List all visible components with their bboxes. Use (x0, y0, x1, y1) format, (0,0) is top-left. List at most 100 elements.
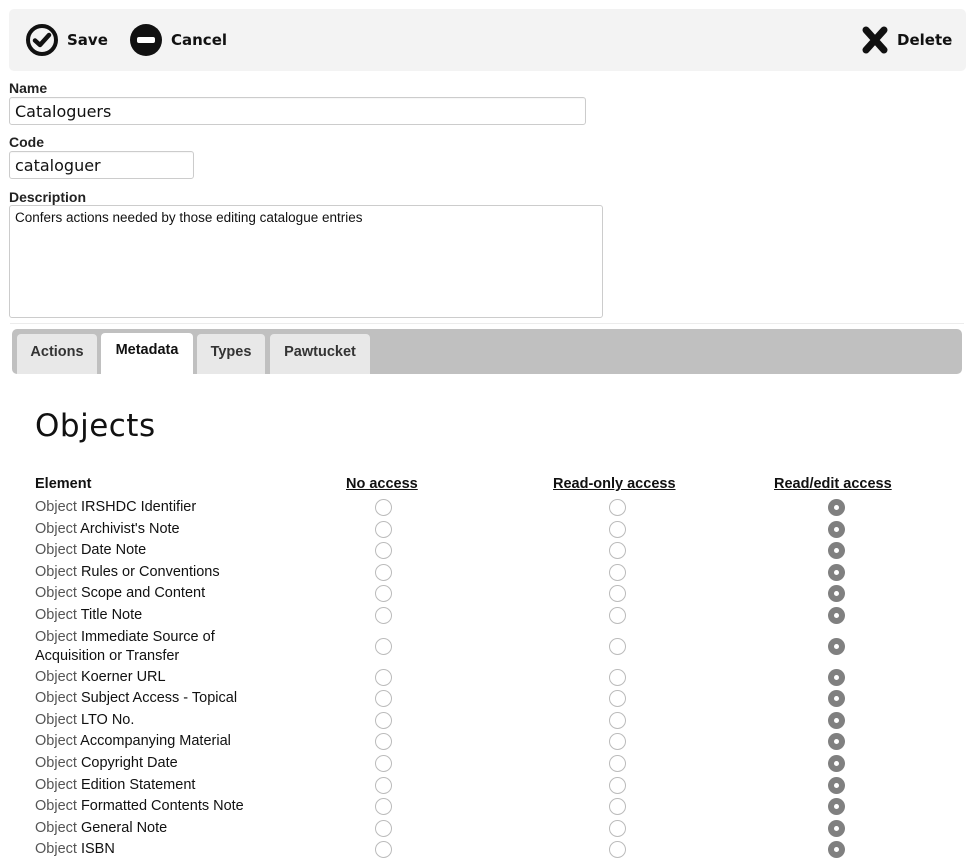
delete-button[interactable]: Delete (861, 23, 952, 57)
radio-read-only[interactable] (609, 711, 626, 729)
row-element-name: Rules or Conventions (76, 563, 220, 580)
radio-read-edit[interactable] (828, 798, 845, 816)
row-element-name: Koerner URL (76, 668, 166, 685)
radio-read-only[interactable] (609, 755, 626, 772)
row-prefix: Object (35, 841, 77, 858)
radio-no-access[interactable] (375, 607, 392, 624)
save-button[interactable]: Save (25, 23, 108, 57)
form-toolbar: Save Cancel Delete (9, 9, 966, 71)
radio-read-edit[interactable] (828, 668, 845, 686)
radio-read-edit[interactable] (828, 841, 845, 859)
radio-read-only[interactable] (609, 499, 626, 516)
table-row-label: Object Koerner URL (35, 668, 265, 687)
radio-read-only[interactable] (609, 841, 626, 859)
name-input[interactable] (9, 97, 586, 125)
row-prefix: Object (35, 607, 77, 623)
radio-read-edit[interactable] (828, 607, 845, 624)
description-label: Description (9, 189, 87, 205)
table-row-label: Object IRSHDC Identifier (35, 498, 265, 517)
radio-no-access[interactable] (375, 585, 392, 603)
radio-no-access[interactable] (375, 841, 392, 859)
radio-read-only[interactable] (609, 819, 626, 837)
tab-bar-container: Actions Metadata Types Pawtucket (10, 323, 964, 378)
save-label: Save (67, 31, 108, 49)
row-prefix: Object (35, 628, 77, 645)
table-row-label: Object LTO No. (35, 711, 265, 730)
radio-read-only[interactable] (609, 520, 626, 538)
cancel-label: Cancel (171, 31, 228, 49)
row-element-name: LTO No. (76, 711, 135, 728)
row-element-name: Scope and Content (76, 585, 206, 602)
tab-bar: Actions Metadata Types Pawtucket (12, 329, 962, 374)
row-element-name: Formatted Contents Note (76, 798, 244, 815)
radio-read-only[interactable] (609, 733, 626, 751)
row-element-name: General Note (76, 819, 168, 836)
tab-actions[interactable]: Actions (17, 334, 97, 374)
row-prefix: Object (35, 668, 77, 685)
tab-types[interactable]: Types (197, 334, 265, 374)
radio-no-access[interactable] (375, 563, 392, 581)
radio-no-access[interactable] (375, 668, 392, 686)
row-prefix: Object (35, 542, 77, 559)
radio-no-access[interactable] (375, 638, 392, 656)
radio-read-only[interactable] (609, 542, 626, 560)
row-element-name: Title Note (76, 607, 143, 623)
radio-no-access[interactable] (375, 520, 392, 538)
radio-read-edit[interactable] (828, 499, 845, 516)
radio-no-access[interactable] (375, 733, 392, 751)
row-element-name: Date Note (76, 542, 147, 559)
radio-read-edit[interactable] (828, 542, 845, 560)
radio-read-edit[interactable] (828, 563, 845, 581)
radio-no-access[interactable] (375, 499, 392, 516)
description-textarea[interactable]: Confers actions needed by those editing … (9, 205, 603, 318)
radio-read-only[interactable] (609, 798, 626, 816)
table-row-label: Object Scope and Content (35, 584, 265, 603)
radio-read-edit[interactable] (828, 711, 845, 729)
row-prefix: Object (35, 711, 77, 728)
table-row-label: Object Date Note (35, 541, 265, 560)
radio-read-edit[interactable] (828, 585, 845, 603)
radio-read-only[interactable] (609, 668, 626, 686)
radio-read-edit[interactable] (828, 776, 845, 794)
radio-read-edit[interactable] (828, 690, 845, 708)
table-row-label: Object Edition Statement (35, 776, 265, 795)
radio-read-edit[interactable] (828, 755, 845, 772)
table-row-label: Object Archivist's Note (35, 520, 265, 539)
radio-no-access[interactable] (375, 776, 392, 794)
row-prefix: Object (35, 585, 77, 602)
check-circle-icon (26, 24, 58, 56)
row-prefix: Object (35, 798, 77, 815)
radio-read-edit[interactable] (828, 819, 845, 837)
radio-no-access[interactable] (375, 690, 392, 708)
tab-pawtucket[interactable]: Pawtucket (270, 334, 370, 374)
radio-read-only[interactable] (609, 776, 626, 794)
row-prefix: Object (35, 776, 77, 793)
radio-no-access[interactable] (375, 542, 392, 560)
radio-read-only[interactable] (609, 690, 626, 708)
cancel-button[interactable]: Cancel (129, 23, 227, 57)
radio-no-access[interactable] (375, 711, 392, 729)
radio-no-access[interactable] (375, 798, 392, 816)
close-x-icon (862, 26, 888, 54)
section-title: Objects (35, 408, 156, 444)
row-element-name: Accompanying Material (76, 733, 231, 750)
radio-read-edit[interactable] (828, 638, 845, 656)
row-element-name: IRSHDC Identifier (76, 499, 197, 515)
radio-read-only[interactable] (609, 585, 626, 603)
column-header-read-only[interactable]: Read-only access (553, 476, 676, 492)
row-element-name: Copyright Date (76, 755, 178, 771)
radio-read-only[interactable] (609, 563, 626, 581)
radio-read-only[interactable] (609, 638, 626, 656)
row-element-name: ISBN (76, 841, 115, 858)
radio-no-access[interactable] (375, 819, 392, 837)
row-prefix: Object (35, 690, 77, 707)
tab-metadata[interactable]: Metadata (101, 333, 193, 374)
radio-read-only[interactable] (609, 607, 626, 624)
column-header-read-edit[interactable]: Read/edit access (774, 476, 892, 492)
column-header-no-access[interactable]: No access (346, 476, 418, 492)
radio-no-access[interactable] (375, 755, 392, 772)
radio-read-edit[interactable] (828, 733, 845, 751)
code-label: Code (9, 134, 44, 150)
code-input[interactable] (9, 151, 194, 179)
radio-read-edit[interactable] (828, 520, 845, 538)
